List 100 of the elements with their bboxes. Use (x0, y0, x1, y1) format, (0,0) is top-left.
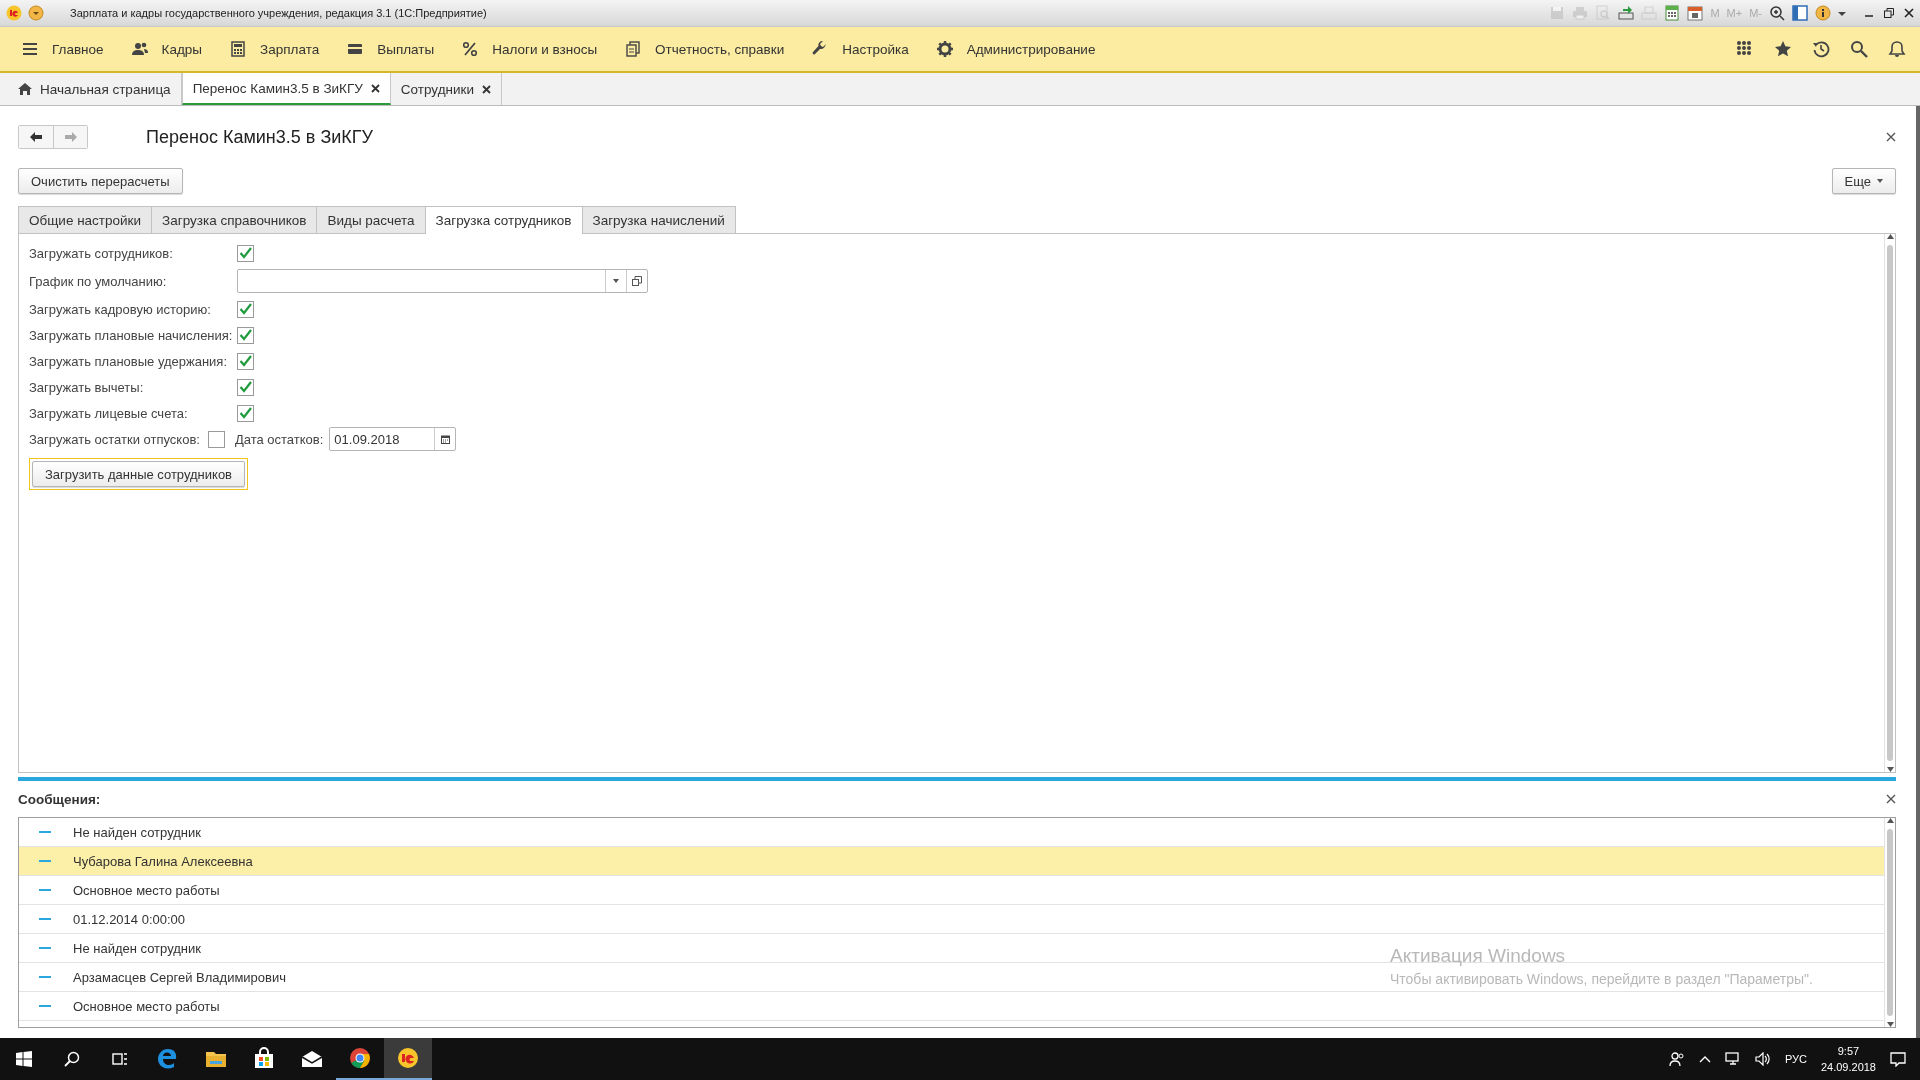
field-label: Загружать кадровую историю: (29, 301, 212, 317)
load-button[interactable]: Загрузить данные сотрудников (32, 461, 246, 487)
checkmark-icon (239, 247, 252, 259)
bell-icon[interactable] (1888, 40, 1906, 58)
clear-button[interactable]: Очистить перерасчеты (18, 168, 183, 194)
form-tab[interactable]: Загрузка начислений (581, 206, 736, 233)
field-label: Загружать плановые начисления: (29, 327, 234, 343)
field-label: Загружать сотрудников: (29, 245, 174, 261)
form-tab[interactable]: Виды расчета (316, 206, 426, 233)
calculator-icon[interactable] (1664, 5, 1681, 21)
network-icon[interactable] (1724, 1052, 1741, 1066)
section-link[interactable]: Выплаты (347, 41, 435, 57)
checkbox[interactable] (237, 378, 254, 396)
calculator-icon (230, 41, 247, 57)
checkbox[interactable] (237, 244, 254, 262)
message-row[interactable]: Основное место работы (19, 876, 1884, 905)
task-view-icon[interactable] (112, 1051, 128, 1067)
scroll-down-icon (1886, 1022, 1894, 1027)
checkmark-icon (239, 303, 252, 315)
more-button[interactable]: Еще (1831, 168, 1896, 194)
star-icon[interactable] (1774, 40, 1792, 58)
speaker-icon[interactable] (1754, 1052, 1771, 1066)
field-label: Загружать лицевые счета: (29, 405, 189, 421)
checkbox[interactable] (237, 404, 254, 422)
zoom-icon[interactable] (1769, 5, 1785, 21)
section-link[interactable]: Настройка (812, 41, 909, 57)
arrow-left-icon (29, 131, 43, 143)
taskbar-button[interactable] (384, 1038, 432, 1080)
section-link[interactable]: Отчетность, справки (625, 41, 785, 57)
dropdown-arrow-icon (613, 279, 619, 283)
home-icon (18, 82, 32, 96)
field-label: График по умолчанию: (29, 273, 168, 289)
arrow-right-icon (63, 131, 78, 143)
documents-icon (625, 41, 642, 57)
history-icon[interactable] (1812, 40, 1830, 58)
app-logo-icon (396, 1046, 420, 1070)
field-label: Загружать вычеты: (29, 379, 145, 395)
store-bag-icon (252, 1047, 276, 1071)
section-link[interactable]: Налоги и взносы (462, 41, 598, 57)
chevron-up-icon[interactable] (1698, 1055, 1711, 1063)
close-icon[interactable] (1904, 8, 1914, 18)
import-icon[interactable] (1618, 5, 1635, 21)
messages-title: Сообщения: (18, 791, 102, 807)
menu-dropdown-icon[interactable] (28, 5, 44, 21)
panel-icon[interactable] (1792, 5, 1808, 21)
close-icon[interactable] (482, 84, 491, 94)
window-title: Зарплата и кадры государственного учреждения, редакция 3.1 (1С:Предприятие) (69, 7, 488, 19)
close-icon[interactable] (370, 83, 380, 93)
caret-icon (1877, 179, 1883, 183)
restore-icon[interactable] (1884, 8, 1894, 18)
checkmark-icon (239, 407, 252, 419)
checkbox[interactable] (237, 352, 254, 370)
section-link[interactable]: Администрирование (936, 41, 1096, 57)
field-label: Дата остатков: (234, 431, 324, 447)
checkbox[interactable] (237, 300, 254, 318)
scrollbar[interactable] (1884, 818, 1895, 1027)
open-window-icon (632, 276, 642, 286)
calendar-icon (440, 434, 450, 444)
field-label: Загружать плановые удержания: (29, 353, 229, 369)
calendar-icon[interactable] (1687, 5, 1704, 21)
info-icon[interactable] (1815, 5, 1831, 21)
section-link[interactable]: Зарплата (230, 41, 320, 57)
scrollbar[interactable] (1884, 234, 1895, 772)
search-icon[interactable] (1850, 40, 1868, 58)
date-field[interactable]: 01.09.2018 (329, 427, 457, 451)
message-row[interactable]: Чубарова Галина Алексеевна (19, 847, 1884, 876)
form-tab[interactable]: Общие настройки (18, 206, 153, 233)
notifications-icon[interactable] (1890, 1051, 1906, 1067)
field-label: Загружать остатки отпусков: (29, 431, 200, 447)
close-icon[interactable] (1886, 794, 1896, 804)
checkbox[interactable] (207, 430, 225, 448)
clock[interactable]: 9:57 24.09.2018 (1820, 1043, 1876, 1075)
scroll-up-icon (1886, 818, 1894, 823)
gear-icon (936, 41, 953, 57)
back-button[interactable] (19, 126, 53, 148)
message-row[interactable]: 01.12.2014 0:00:00 (19, 905, 1884, 934)
checkmark-icon (239, 381, 252, 393)
close-icon[interactable] (1886, 132, 1896, 142)
message-row[interactable]: Основное место работы (19, 992, 1884, 1021)
page-tab[interactable]: Перенос Камин3.5 в ЗиКГУ (181, 73, 391, 105)
app-logo-icon (6, 5, 22, 21)
checkmark-icon (239, 329, 252, 341)
language-indicator[interactable]: РУС (1784, 1053, 1807, 1065)
windows-start-icon[interactable] (16, 1051, 32, 1067)
scroll-up-icon (1886, 234, 1894, 239)
form-tab[interactable]: Загрузка сотрудников (424, 206, 583, 234)
people-icon (131, 41, 148, 57)
checkmark-icon (239, 355, 252, 367)
section-link[interactable]: Главное (22, 41, 104, 57)
page-tab[interactable]: Сотрудники (390, 73, 502, 105)
form-title: Перенос Камин3.5 в ЗиКГУ (146, 126, 374, 148)
section-link[interactable]: Кадры (131, 41, 203, 57)
checkbox[interactable] (237, 326, 254, 344)
people-icon[interactable] (1668, 1051, 1685, 1067)
apps-grid-icon[interactable] (1736, 40, 1754, 58)
search-icon[interactable] (64, 1051, 80, 1067)
wallet-icon (347, 41, 364, 57)
page-tab[interactable]: Начальная страница (8, 73, 182, 105)
menu-icon (22, 41, 38, 57)
form-tab[interactable]: Загрузка справочников (151, 206, 318, 233)
